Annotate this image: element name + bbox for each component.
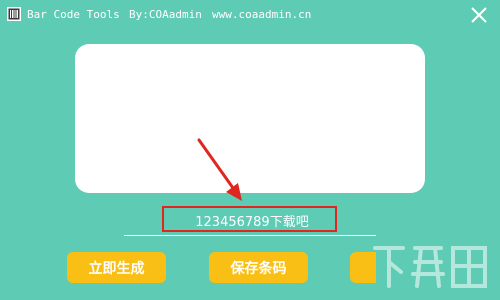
save-barcode-button[interactable]: 保存条码	[209, 252, 308, 283]
input-underline	[124, 235, 376, 236]
generate-button[interactable]: 立即生成	[67, 252, 166, 283]
watermark-logo	[373, 246, 487, 288]
annotation-highlight-box	[162, 206, 337, 232]
author-credit: By:COAadmin	[129, 8, 202, 21]
barcode-preview-panel	[75, 44, 425, 193]
title-bar[interactable]: Bar Code Tools By:COAadmin www.coaadmin.…	[0, 0, 500, 30]
website-url: www.coaadmin.cn	[212, 8, 312, 21]
partial-button[interactable]	[350, 252, 376, 283]
app-window: Bar Code Tools By:COAadmin www.coaadmin.…	[0, 0, 500, 300]
app-title: Bar Code Tools	[27, 8, 120, 21]
barcode-icon	[7, 7, 21, 21]
close-icon[interactable]	[468, 4, 490, 26]
